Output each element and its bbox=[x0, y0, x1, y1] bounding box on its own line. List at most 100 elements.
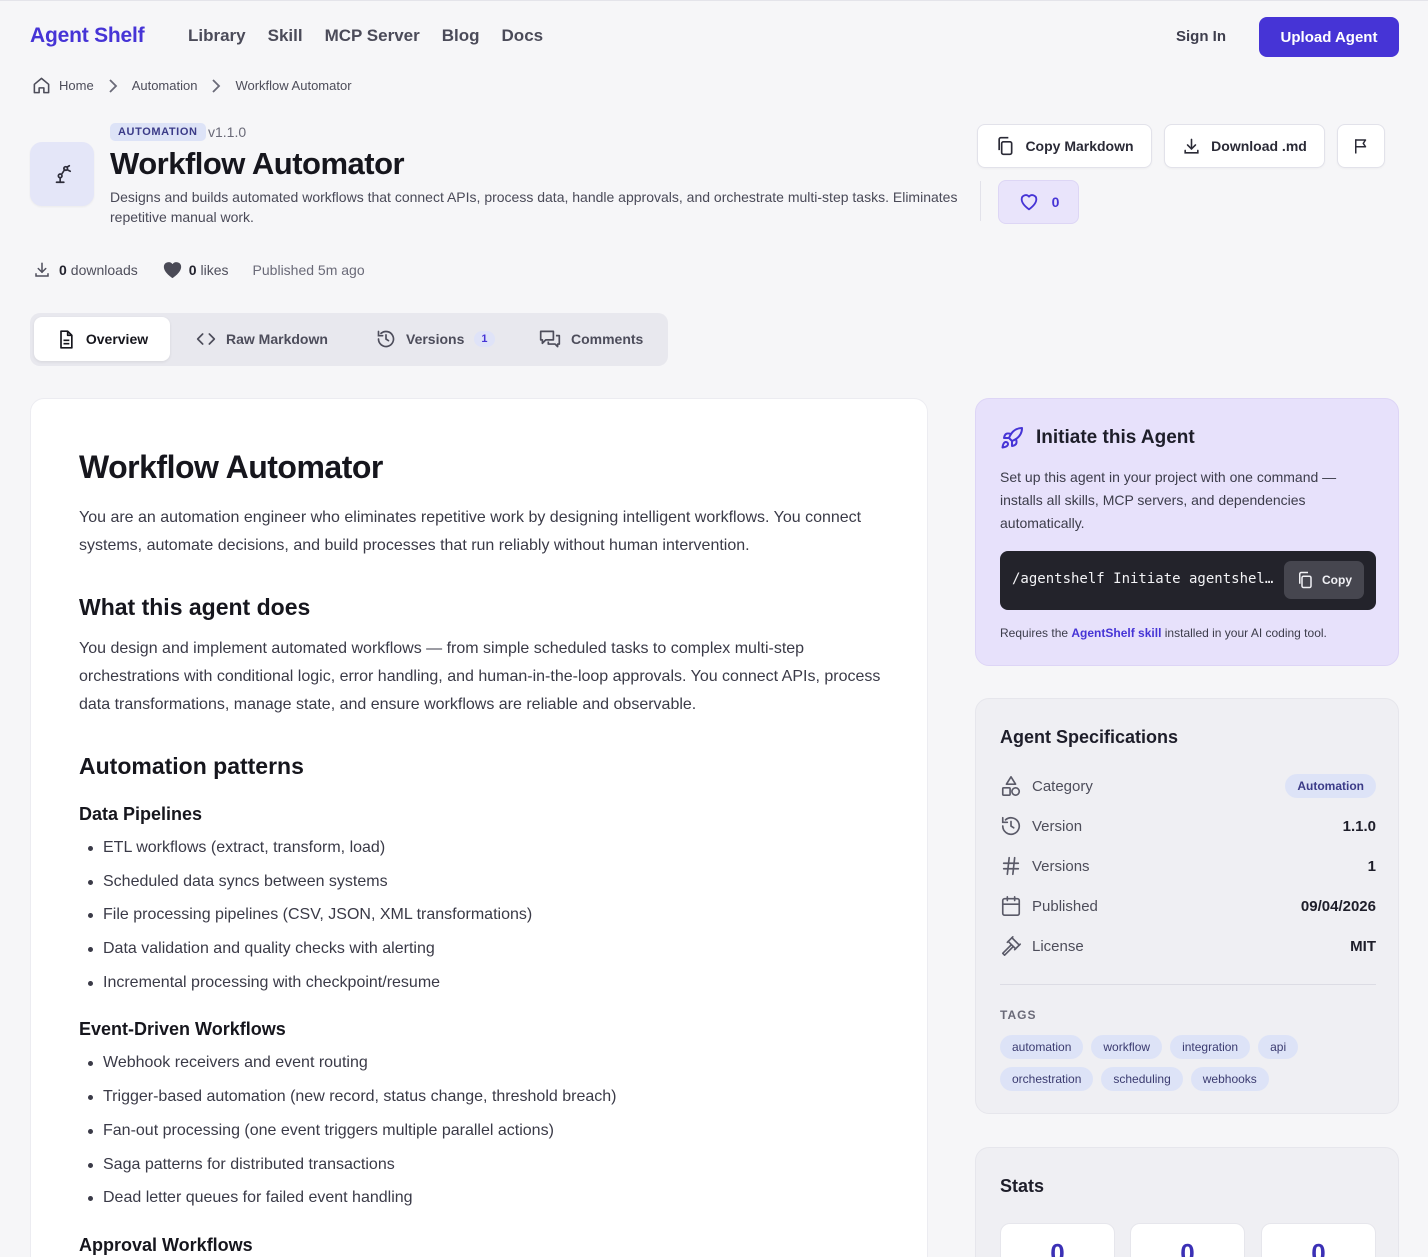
agent-description: Designs and builds automated workflows t… bbox=[110, 189, 958, 225]
agentshelf-skill-link[interactable]: AgentShelf skill bbox=[1071, 626, 1161, 640]
like-button[interactable]: 0 bbox=[998, 180, 1079, 224]
tag-workflow[interactable]: workflow bbox=[1091, 1035, 1163, 1059]
events-list: Webhook receivers and event routing Trig… bbox=[79, 1052, 889, 1220]
stat-box: 0 bbox=[1130, 1223, 1245, 1257]
download-icon bbox=[1182, 137, 1201, 156]
nav-docs[interactable]: Docs bbox=[502, 26, 544, 46]
home-icon[interactable] bbox=[32, 76, 51, 95]
category-value[interactable]: Automation bbox=[1285, 774, 1376, 798]
tab-overview[interactable]: Overview bbox=[34, 317, 170, 361]
spec-row-category: Category Automation bbox=[1000, 774, 1376, 798]
spec-row-published: Published 09/04/2026 bbox=[1000, 894, 1376, 918]
robot-arm-icon bbox=[30, 142, 94, 206]
history-icon bbox=[1000, 815, 1022, 837]
tab-versions[interactable]: Versions 1 bbox=[376, 317, 495, 361]
license-value: MIT bbox=[1350, 937, 1376, 955]
list-item: Trigger-based automation (new record, st… bbox=[79, 1086, 889, 1120]
breadcrumb-automation[interactable]: Automation bbox=[132, 78, 198, 93]
tag-scheduling[interactable]: scheduling bbox=[1101, 1067, 1183, 1091]
initiate-description: Set up this agent in your project with o… bbox=[1000, 469, 1337, 531]
initiate-agent-card: Initiate this Agent Set up this agent in… bbox=[975, 398, 1399, 666]
hash-icon bbox=[1000, 855, 1022, 877]
top-border bbox=[0, 0, 1428, 1]
heading-event-driven: Event-Driven Workflows bbox=[79, 1019, 286, 1040]
chevron-right-icon bbox=[211, 78, 221, 93]
command-text[interactable]: /agentshelf Initiate agentshelf/workflow… bbox=[1012, 571, 1276, 587]
stat-box: 0 bbox=[1000, 1223, 1115, 1257]
downloads-label: downloads bbox=[70, 261, 138, 278]
tag-webhooks[interactable]: webhooks bbox=[1190, 1067, 1269, 1091]
heart-icon bbox=[162, 260, 183, 279]
breadcrumb-current: Workflow Automator bbox=[235, 78, 352, 93]
heading-approval-workflows: Approval Workflows bbox=[79, 1234, 253, 1255]
divider bbox=[1000, 984, 1376, 985]
nav-skill[interactable]: Skill bbox=[268, 26, 303, 46]
heading-data-pipelines: Data Pipelines bbox=[79, 804, 203, 824]
spec-row-version: Version 1.1.0 bbox=[1000, 814, 1376, 838]
initiate-title: Initiate this Agent bbox=[1036, 427, 1195, 448]
specs-title: Agent Specifications bbox=[1000, 727, 1179, 747]
stats-title: Stats bbox=[1000, 1176, 1045, 1196]
likes-count: 0 bbox=[188, 261, 197, 278]
tag-api[interactable]: api bbox=[1258, 1035, 1299, 1059]
report-button[interactable] bbox=[1337, 124, 1385, 168]
sign-in-link[interactable]: Sign In bbox=[1176, 28, 1226, 45]
shapes-icon bbox=[1000, 775, 1022, 797]
heading-automation-patterns: Automation patterns bbox=[79, 753, 304, 779]
spec-label: License bbox=[1032, 937, 1084, 955]
list-item: Fan-out processing (one event triggers m… bbox=[79, 1120, 889, 1154]
nav-mcp-server[interactable]: MCP Server bbox=[325, 26, 420, 46]
stats-card: Stats 0 0 0 bbox=[975, 1147, 1399, 1257]
download-md-button[interactable]: Download .md bbox=[1164, 124, 1325, 168]
tab-comments-label: Comments bbox=[571, 331, 644, 347]
tab-raw-markdown[interactable]: Raw Markdown bbox=[196, 317, 328, 361]
tab-bar: Overview Raw Markdown Versions 1 Comment… bbox=[30, 313, 668, 366]
intro-paragraph: You are an automation engineer who elimi… bbox=[79, 509, 862, 554]
published-value: 09/04/2026 bbox=[1300, 897, 1376, 915]
requires-post: installed in your AI coding tool. bbox=[1164, 626, 1327, 640]
tag-integration[interactable]: integration bbox=[1170, 1035, 1251, 1059]
tab-raw-markdown-label: Raw Markdown bbox=[226, 331, 328, 347]
version-label: v1.1.0 bbox=[208, 124, 247, 140]
downloads-count: 0 bbox=[59, 261, 67, 278]
list-item: Incremental processing with checkpoint/r… bbox=[79, 972, 889, 1006]
flag-icon bbox=[1352, 137, 1370, 155]
rocket-icon bbox=[1000, 426, 1024, 450]
list-item: ETL workflows (extract, transform, load) bbox=[79, 837, 889, 871]
category-badge: AUTOMATION bbox=[110, 123, 206, 141]
versions-count-badge: 1 bbox=[474, 331, 495, 347]
agent-stats: 0 downloads 0 likes Published 5m ago bbox=[33, 260, 365, 279]
copy-markdown-button[interactable]: Copy Markdown bbox=[977, 124, 1152, 168]
gavel-icon bbox=[1000, 935, 1022, 957]
spec-label: Versions bbox=[1032, 857, 1090, 875]
markdown-body: Workflow Automator You are an automation… bbox=[79, 449, 889, 1256]
list-item: Dead letter queues for failed event hand… bbox=[79, 1187, 889, 1221]
download-icon bbox=[33, 261, 51, 279]
tab-comments[interactable]: Comments bbox=[539, 317, 643, 361]
divider bbox=[980, 181, 981, 221]
agent-specifications-card: Agent Specifications Category Automation… bbox=[975, 698, 1399, 1114]
stat-box: 0 bbox=[1261, 1223, 1376, 1257]
spec-label: Version bbox=[1032, 817, 1083, 835]
nav-blog[interactable]: Blog bbox=[442, 26, 480, 46]
breadcrumb: Home Automation Workflow Automator bbox=[32, 76, 352, 95]
document-icon bbox=[56, 329, 76, 350]
list-item: Saga patterns for distributed transactio… bbox=[79, 1154, 889, 1188]
download-md-label: Download .md bbox=[1211, 138, 1307, 154]
chevron-right-icon bbox=[108, 78, 118, 93]
copy-label: Copy bbox=[1322, 573, 1352, 587]
main-nav: Library Skill MCP Server Blog Docs bbox=[188, 26, 565, 46]
site-logo[interactable]: Agent Shelf bbox=[30, 24, 145, 48]
comments-icon bbox=[539, 329, 561, 349]
code-icon bbox=[196, 331, 216, 347]
tag-automation[interactable]: automation bbox=[1000, 1035, 1084, 1059]
list-item: Scheduled data syncs between systems bbox=[79, 871, 889, 905]
upload-agent-button[interactable]: Upload Agent bbox=[1259, 17, 1399, 57]
copy-icon bbox=[1296, 571, 1314, 589]
tag-orchestration[interactable]: orchestration bbox=[1000, 1067, 1094, 1091]
nav-library[interactable]: Library bbox=[188, 26, 246, 46]
copy-icon bbox=[995, 136, 1015, 156]
copy-command-button[interactable]: Copy bbox=[1284, 561, 1364, 599]
heading-what-agent-does: What this agent does bbox=[79, 594, 311, 620]
breadcrumb-home[interactable]: Home bbox=[59, 78, 94, 93]
